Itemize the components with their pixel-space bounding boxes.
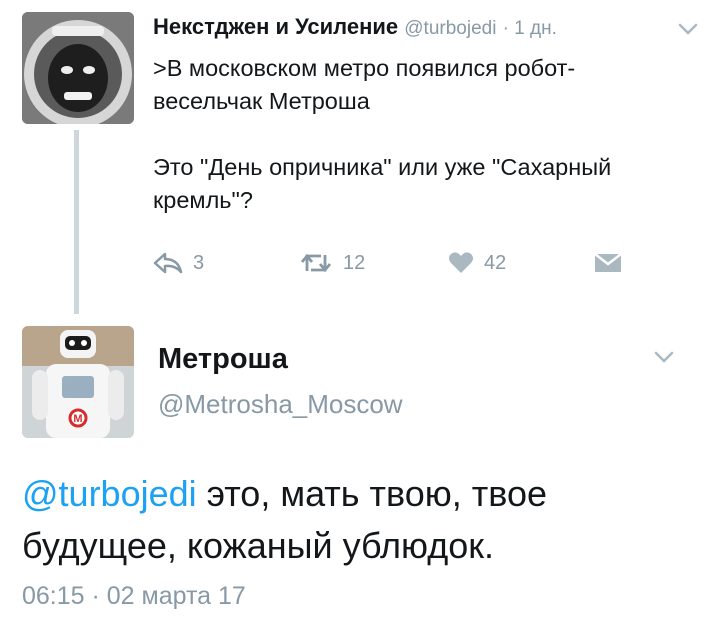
tweet2-handle[interactable]: @Metrosha_Moscow — [158, 389, 403, 420]
tweet1-text-line: Это "День опричника" или уже "Сахарный — [153, 154, 612, 180]
tweet2-mention-link[interactable]: @turbojedi — [22, 473, 197, 514]
reply-count: 3 — [193, 251, 205, 274]
direct-message-icon — [594, 253, 622, 272]
tweet2-display-name[interactable]: Метроша — [158, 343, 288, 376]
tweet1-header: Некстджен и Усиление @turbojedi · 1 дн. — [153, 14, 557, 40]
thread-connector-line — [74, 130, 79, 314]
tweet1-time[interactable]: · 1 дн. — [503, 18, 557, 39]
robot-avatar-image: M — [22, 326, 134, 438]
like-count: 42 — [484, 251, 507, 274]
retweet-icon — [300, 253, 332, 273]
chevron-down-icon[interactable] — [676, 20, 700, 38]
reply-icon — [153, 252, 183, 274]
tweet1-text-line: >В московском метро появился робот- — [153, 55, 576, 81]
avatar-turbojedi[interactable] — [22, 12, 134, 124]
tweet1-display-name[interactable]: Некстджен и Усиление — [153, 14, 398, 39]
like-button[interactable]: 42 — [448, 251, 506, 275]
retweet-count: 12 — [343, 251, 366, 274]
tweet1-text: >В московском метро появился робот- весе… — [153, 52, 698, 217]
chevron-down-icon[interactable] — [652, 348, 676, 366]
avatar-metrosha[interactable]: M — [22, 326, 134, 438]
tweet2-text: @turbojedi это, мать твою, твое будущее,… — [22, 468, 702, 572]
tweet1-text-line: кремль"? — [153, 187, 253, 213]
tweet1-handle[interactable]: @turbojedi — [404, 18, 496, 39]
direct-message-button[interactable] — [593, 251, 623, 275]
reply-button[interactable]: 3 — [153, 251, 204, 275]
svg-text:M: M — [73, 413, 82, 425]
retweet-button[interactable]: 12 — [299, 251, 365, 275]
tweet2-timestamp[interactable]: 06:15 · 02 марта 17 — [22, 582, 246, 611]
astronaut-avatar-image — [22, 12, 134, 124]
tweet1-text-line: весельчак Метроша — [153, 88, 370, 114]
heart-icon — [449, 252, 473, 273]
